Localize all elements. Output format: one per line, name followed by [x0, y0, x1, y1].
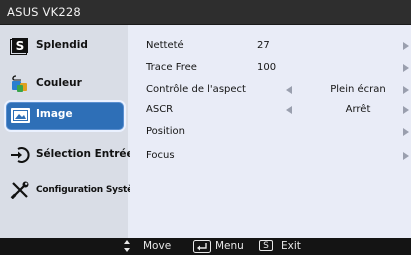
setting-name: Focus [146, 150, 175, 161]
setting-row-controle-aspect[interactable]: Contrôle de l'aspect Plein écran [130, 82, 411, 98]
arrow-right-icon [403, 64, 409, 72]
sidebar-item-configuration-systeme[interactable]: Configuration Système [4, 175, 148, 205]
sidebar-item-image[interactable]: Image [4, 100, 126, 132]
sidebar: S Splendid Couleur Image Sélection Entré… [0, 25, 148, 238]
setting-name: Contrôle de l'aspect [146, 84, 246, 95]
sidebar-item-label: Couleur [36, 77, 82, 89]
key-guide-bar: Move Menu S Exit [0, 238, 411, 255]
setting-row-nettete[interactable]: Netteté 27 [130, 38, 411, 54]
move-label: Move [143, 240, 172, 252]
sidebar-item-couleur[interactable]: Couleur [4, 69, 126, 99]
osd-body: S Splendid Couleur Image Sélection Entré… [0, 25, 411, 238]
arrow-right-icon[interactable] [403, 86, 409, 94]
setting-name: Netteté [146, 40, 184, 51]
arrow-right-icon [403, 128, 409, 136]
arrow-right-icon[interactable] [403, 106, 409, 114]
paint-bucket-icon [12, 75, 27, 92]
sidebar-item-label: Image [36, 108, 73, 120]
osd-window: ASUS VK228 S Splendid Couleur Image Séle… [0, 0, 411, 255]
title-bar: ASUS VK228 [0, 0, 411, 25]
tools-icon [10, 181, 29, 199]
svg-text:S: S [16, 39, 25, 53]
sidebar-item-label: Splendid [36, 39, 88, 51]
up-down-arrows-icon [124, 238, 132, 255]
model-title: ASUS VK228 [7, 5, 81, 19]
setting-option: Arrêt [345, 104, 371, 115]
exit-key-icon: S [259, 240, 273, 251]
sidebar-item-label: Sélection Entrée [36, 148, 134, 160]
settings-panel: Netteté 27 Trace Free 100 Contrôle de l'… [130, 25, 411, 238]
sidebar-item-selection-entree[interactable]: Sélection Entrée [4, 140, 134, 170]
exit-label: Exit [281, 240, 301, 252]
menu-enter-icon [193, 240, 211, 253]
setting-name: Position [146, 126, 185, 137]
setting-row-focus[interactable]: Focus [130, 148, 411, 164]
setting-value: 27 [257, 40, 270, 51]
setting-value: 100 [257, 62, 277, 73]
setting-row-position[interactable]: Position [130, 124, 411, 140]
setting-row-trace-free[interactable]: Trace Free 100 [130, 60, 411, 76]
setting-row-ascr[interactable]: ASCR Arrêt [130, 102, 411, 118]
picture-icon [11, 108, 30, 123]
arrow-right-icon [403, 152, 409, 160]
setting-name: ASCR [146, 104, 174, 115]
arrow-left-icon[interactable] [286, 106, 292, 114]
setting-option: Plein écran [330, 84, 386, 95]
input-arrow-icon [11, 147, 30, 163]
arrow-left-icon[interactable] [286, 86, 292, 94]
menu-label: Menu [215, 240, 244, 252]
setting-name: Trace Free [146, 62, 197, 73]
sidebar-item-splendid[interactable]: S Splendid [4, 31, 126, 61]
splendid-s-icon: S [10, 38, 28, 55]
arrow-right-icon [403, 42, 409, 50]
